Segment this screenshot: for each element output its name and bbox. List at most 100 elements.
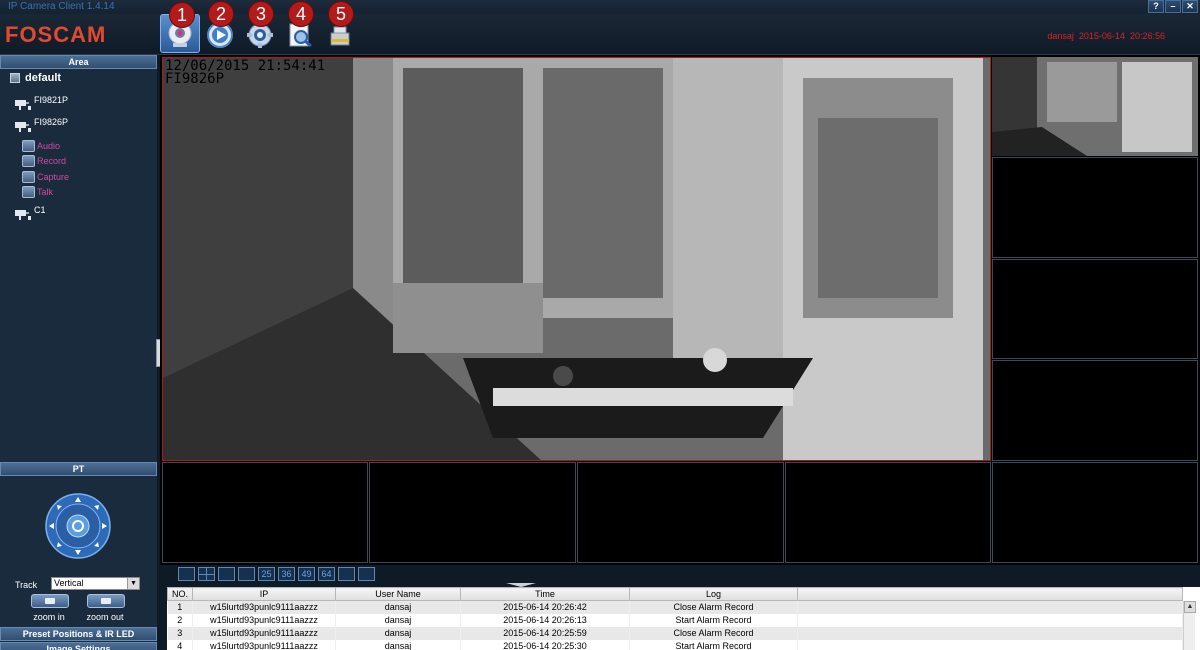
cell-time: 2015-06-14 20:26:13 <box>460 613 630 627</box>
cell-no: 4 <box>167 639 193 650</box>
layout-16-button[interactable] <box>238 567 255 581</box>
main-video-feed[interactable]: 12/06/2015 21:54:41 FI9826P <box>162 57 991 461</box>
talk-icon <box>22 186 35 198</box>
cell-filler <box>797 639 1183 650</box>
cell-ip: w15lurtd93punlc9111aazzz <box>192 639 336 650</box>
pt-panel: Track Vertical ▼ zoom in zoom out <box>0 476 157 627</box>
layout-4-button[interactable] <box>198 567 215 581</box>
cell-filler <box>797 600 1183 614</box>
tree-camera-fi9821p[interactable]: FI9821P <box>14 95 69 111</box>
col-ip[interactable]: IP <box>192 587 336 601</box>
video-cell-10[interactable] <box>992 462 1198 563</box>
cell-filler <box>797 626 1183 640</box>
scroll-up-icon[interactable]: ▲ <box>1184 601 1196 613</box>
camera-icon <box>15 122 31 132</box>
ptz-control[interactable] <box>45 493 111 559</box>
cell-no: 2 <box>167 613 193 627</box>
camera-icon <box>15 100 31 110</box>
track-select[interactable]: Vertical ▼ <box>51 577 140 590</box>
chevron-down-icon[interactable]: ▼ <box>127 578 139 589</box>
camera-label: C1 <box>34 205 46 215</box>
preset-header[interactable]: Preset Positions & IR LED <box>0 627 157 641</box>
image-settings-header[interactable]: Image Settings <box>0 642 157 650</box>
layout-36-button[interactable]: 36 <box>278 567 295 581</box>
sub-item-label: Record <box>37 156 67 166</box>
layout-9-button[interactable] <box>218 567 235 581</box>
table-row[interactable]: 2 w15lurtd93punlc9111aazzz dansaj 2015-0… <box>167 613 1183 627</box>
playback-button[interactable]: 2 <box>200 1 240 53</box>
cell-username: dansaj <box>335 626 461 640</box>
table-row[interactable]: 1 w15lurtd93punlc9111aazzz dansaj 2015-0… <box>167 600 1183 614</box>
left-sidebar: Area default FI9821P FI9826P Audio Recor… <box>0 55 157 650</box>
log-header-row: NO. IP User Name Time Log <box>167 587 1183 601</box>
col-time[interactable]: Time <box>460 587 630 601</box>
cell-ip: w15lurtd93punlc9111aazzz <box>192 626 336 640</box>
video-grid: 12/06/2015 21:54:41 FI9826P <box>160 55 1200 565</box>
tree-camera-fi9826p[interactable]: FI9826P <box>14 117 68 133</box>
area-tree: default FI9821P FI9826P Audio Record Cap… <box>0 69 157 462</box>
log-table: NO. IP User Name Time Log 1 w15lurtd93pu… <box>167 587 1183 650</box>
layout-49-button[interactable]: 49 <box>298 567 315 581</box>
close-button[interactable]: ✕ <box>1182 0 1198 13</box>
log-scrollbar[interactable]: ▲ <box>1183 601 1196 650</box>
badge-3: 3 <box>248 1 274 27</box>
tree-item-audio[interactable]: Audio <box>22 140 60 152</box>
storage-button[interactable]: 5 <box>320 1 360 53</box>
col-username[interactable]: User Name <box>335 587 461 601</box>
video-cell-7[interactable] <box>369 462 576 563</box>
tree-camera-c1[interactable]: C1 <box>14 205 46 221</box>
video-cell-2[interactable] <box>992 57 1198 156</box>
badge-1: 1 <box>169 2 195 28</box>
video-cell-3[interactable] <box>992 157 1198 258</box>
cell-ip: w15lurtd93punlc9111aazzz <box>192 613 336 627</box>
cell-time: 2015-06-14 20:25:59 <box>460 626 630 640</box>
area-header[interactable]: Area <box>0 55 157 69</box>
status-date: 2015-06-14 <box>1078 31 1125 41</box>
zoom-in-label: zoom in <box>33 612 65 622</box>
col-log[interactable]: Log <box>629 587 798 601</box>
cell-time: 2015-06-14 20:25:30 <box>460 639 630 650</box>
cell-time: 2015-06-14 20:26:42 <box>460 600 630 614</box>
tree-item-talk[interactable]: Talk <box>22 186 53 198</box>
badge-4: 4 <box>288 1 314 27</box>
pt-header[interactable]: PT <box>0 462 157 476</box>
settings-button[interactable]: 3 <box>240 1 280 53</box>
status-text: dansaj 2015-06-14 20:26:56 <box>1047 31 1165 41</box>
video-cell-8[interactable] <box>577 462 784 563</box>
camera-icon <box>15 210 31 220</box>
video-cell-9[interactable] <box>785 462 991 563</box>
live-view-button[interactable]: 1 <box>160 2 200 53</box>
camera-label: FI9821P <box>34 95 69 105</box>
cell-username: dansaj <box>335 639 461 650</box>
osd-camera-name: FI9826P <box>165 71 225 87</box>
layout-1-button[interactable] <box>178 567 195 581</box>
tree-item-record[interactable]: Record <box>22 155 66 167</box>
table-row[interactable]: 3 w15lurtd93punlc9111aazzz dansaj 2015-0… <box>167 626 1183 640</box>
track-value: Vertical <box>54 578 84 588</box>
col-filler <box>797 587 1183 601</box>
tree-root-default[interactable]: default <box>10 72 61 84</box>
layout-custom-button[interactable] <box>338 567 355 581</box>
room-scene-image <box>163 58 990 460</box>
video-cell-6[interactable] <box>162 462 368 563</box>
app-window: IP Camera Client 1.4.14 ? – ✕ FOSCAM 1 2 <box>0 0 1200 650</box>
table-row[interactable]: 4 w15lurtd93punlc9111aazzz dansaj 2015-0… <box>167 639 1183 650</box>
layout-toolbar: 25 36 49 64 <box>160 565 1200 583</box>
window-controls: ? – ✕ <box>1148 0 1198 13</box>
minimize-button[interactable]: – <box>1165 0 1181 13</box>
zoom-in-button[interactable] <box>31 594 69 608</box>
col-no[interactable]: NO. <box>167 587 193 601</box>
cell-no: 3 <box>167 626 193 640</box>
video-cell-4[interactable] <box>992 259 1198 359</box>
video-cell-5[interactable] <box>992 360 1198 461</box>
fullscreen-button[interactable] <box>358 567 375 581</box>
tree-item-capture[interactable]: Capture <box>22 171 69 183</box>
cell-log: Start Alarm Record <box>629 613 798 627</box>
zoom-out-button[interactable] <box>87 594 125 608</box>
search-button[interactable]: 4 <box>280 1 320 53</box>
cell-log: Close Alarm Record <box>629 600 798 614</box>
help-button[interactable]: ? <box>1148 0 1164 13</box>
window-title: IP Camera Client 1.4.14 <box>8 1 115 12</box>
layout-64-button[interactable]: 64 <box>318 567 335 581</box>
layout-25-button[interactable]: 25 <box>258 567 275 581</box>
